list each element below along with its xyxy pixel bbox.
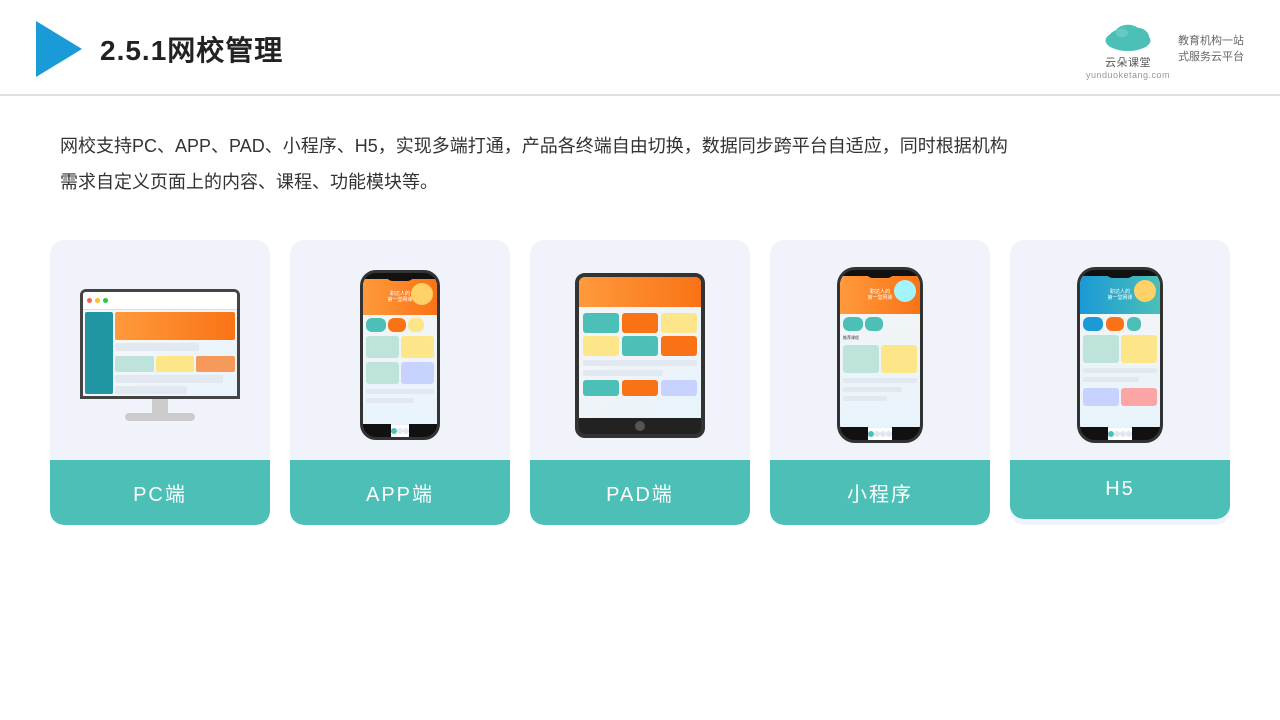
cloud-logo: 云朵课堂 yunduoketang.com — [1086, 18, 1170, 80]
description-text: 网校支持PC、APP、PAD、小程序、H5，实现多端打通，产品各终端自由切换，数… — [60, 128, 1220, 200]
card-pad-image — [530, 240, 750, 460]
tablet-icon — [575, 273, 705, 438]
header: 2.5.1网校管理 云朵课堂 yunduoketang.com 教育机构一站 式… — [0, 0, 1280, 96]
cloud-icon — [1098, 18, 1158, 54]
card-app-image: 职达人的第一堂网课 — [290, 240, 510, 460]
card-app-label: APP端 — [290, 460, 510, 525]
brand-name: 云朵课堂 — [1105, 54, 1151, 70]
header-right: 云朵课堂 yunduoketang.com 教育机构一站 式服务云平台 — [1086, 18, 1244, 80]
card-h5: 职达人的第一堂网课 — [1010, 240, 1230, 525]
card-pad: PAD端 — [530, 240, 750, 525]
logo-triangle-icon — [36, 21, 82, 77]
card-h5-image: 职达人的第一堂网课 — [1010, 240, 1230, 460]
pc-monitor-icon — [80, 289, 240, 421]
content-area: 网校支持PC、APP、PAD、小程序、H5，实现多端打通，产品各终端自由切换，数… — [0, 96, 1280, 545]
card-app: 职达人的第一堂网课 — [290, 240, 510, 525]
header-left: 2.5.1网校管理 — [36, 21, 283, 77]
cards-container: PC端 职达人的第一堂网课 — [60, 240, 1220, 525]
brand-url: yunduoketang.com — [1086, 70, 1170, 80]
phone-miniprogram-icon: 职达人的第一堂网课 推荐课程 — [837, 267, 923, 443]
card-pc-label: PC端 — [50, 460, 270, 525]
card-miniprogram: 职达人的第一堂网课 推荐课程 — [770, 240, 990, 525]
card-miniprogram-image: 职达人的第一堂网课 推荐课程 — [770, 240, 990, 460]
card-h5-label: H5 — [1010, 460, 1230, 519]
card-pc-image — [50, 240, 270, 460]
card-miniprogram-label: 小程序 — [770, 460, 990, 525]
page-title: 2.5.1网校管理 — [100, 29, 283, 69]
phone-h5-icon: 职达人的第一堂网课 — [1077, 267, 1163, 443]
card-pc: PC端 — [50, 240, 270, 525]
card-pad-label: PAD端 — [530, 460, 750, 525]
brand-tagline: 教育机构一站 式服务云平台 — [1178, 33, 1244, 66]
phone-app-icon: 职达人的第一堂网课 — [360, 270, 440, 440]
